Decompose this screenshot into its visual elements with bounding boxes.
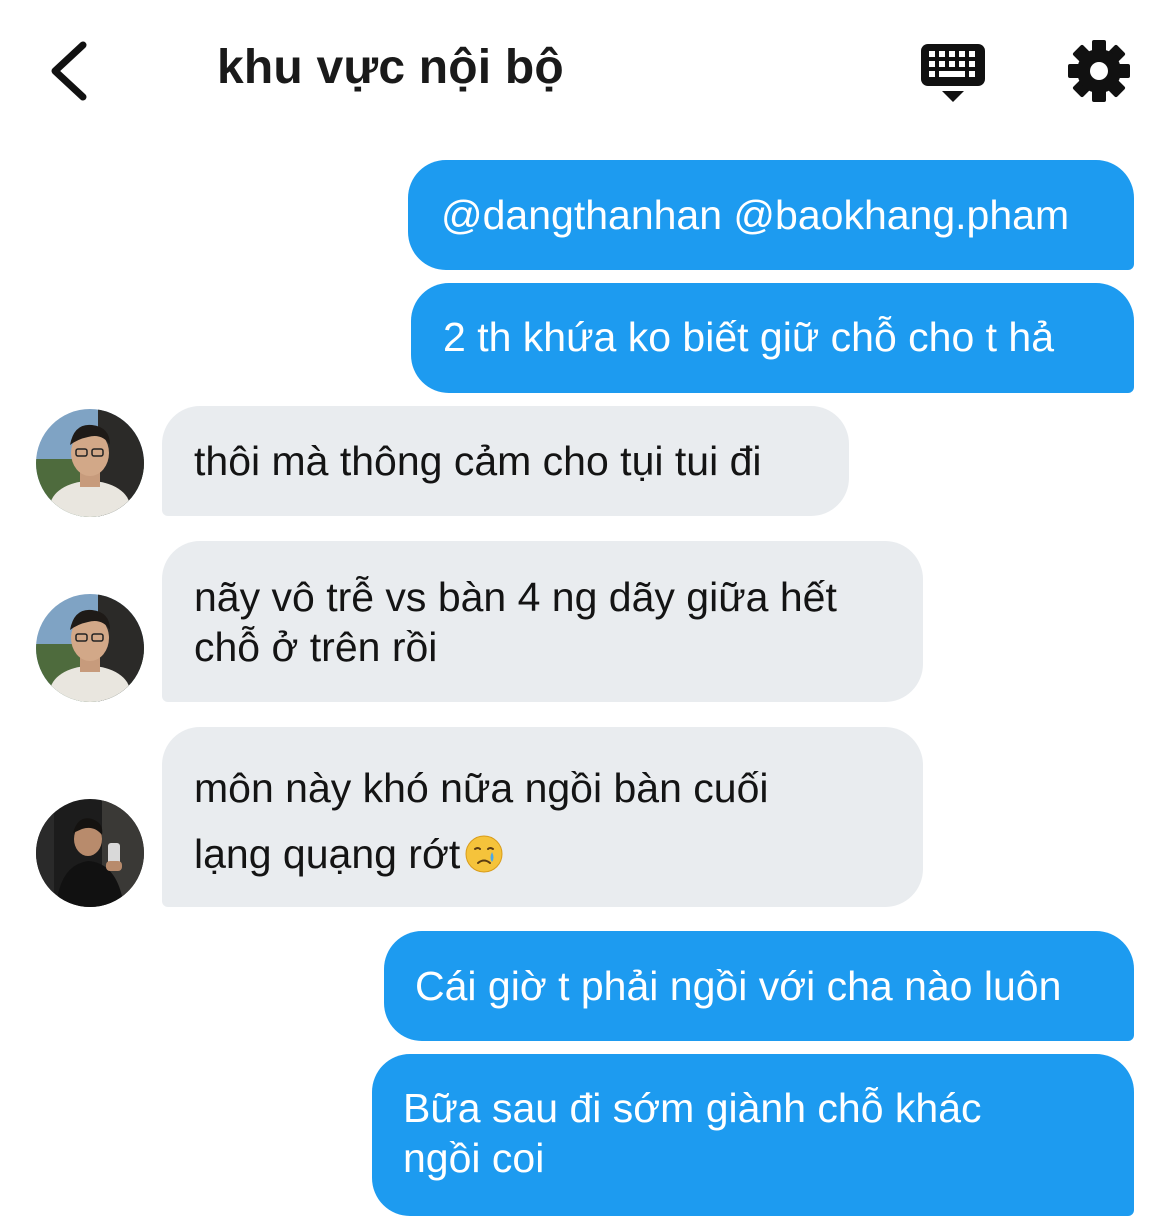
message-text-line: môn này khó nữa ngồi bàn cuối <box>194 765 769 811</box>
outgoing-message[interactable]: 2 th khứa ko biết giữ chỗ cho t hả <box>411 283 1134 393</box>
incoming-message[interactable]: thôi mà thông cảm cho tụi tui đi <box>162 406 849 516</box>
chat-title: khu vực nội bộ <box>217 41 564 94</box>
avatar[interactable] <box>36 594 144 702</box>
avatar[interactable] <box>36 799 144 907</box>
chevron-left-icon <box>51 41 87 101</box>
back-button[interactable] <box>38 36 98 106</box>
gear-icon <box>1068 40 1130 102</box>
message-text: Cái giờ t phải ngồi với cha nào luôn <box>415 963 1062 1009</box>
outgoing-message[interactable]: Bữa sau đi sớm giành chỗ khác ngồi coi <box>372 1054 1134 1216</box>
settings-button[interactable] <box>1064 36 1134 106</box>
keyboard-button[interactable] <box>918 40 990 106</box>
outgoing-message[interactable]: @dangthanhan @baokhang.pham <box>408 160 1134 270</box>
incoming-message[interactable]: nãy vô trễ vs bàn 4 ng dãy giữa hết chỗ … <box>162 541 923 702</box>
crying-face-icon <box>465 835 503 873</box>
outgoing-message[interactable]: Cái giờ t phải ngồi với cha nào luôn <box>384 931 1134 1041</box>
keyboard-icon <box>921 44 985 102</box>
avatar[interactable] <box>36 409 144 517</box>
message-text-line: Bữa sau đi sớm giành chỗ khác <box>403 1085 982 1131</box>
message-text: thôi mà thông cảm cho tụi tui đi <box>194 438 762 484</box>
message-text-line: ngồi coi <box>403 1135 545 1181</box>
avatar-user-mirror <box>36 799 144 907</box>
message-text: 2 th khứa ko biết giữ chỗ cho t hả <box>443 314 1055 360</box>
avatar-user-glasses <box>36 409 144 517</box>
message-text-line: nãy vô trễ vs bàn 4 ng dãy giữa hết <box>194 574 837 620</box>
message-text: @dangthanhan @baokhang.pham <box>441 192 1070 238</box>
chat-header: khu vực nội bộ <box>0 0 1170 140</box>
incoming-message[interactable]: môn này khó nữa ngồi bàn cuối lạng quạng… <box>162 727 923 907</box>
message-text-line: lạng quạng rớt <box>194 831 461 877</box>
message-text-line: chỗ ở trên rồi <box>194 624 438 670</box>
avatar-user-glasses <box>36 594 144 702</box>
